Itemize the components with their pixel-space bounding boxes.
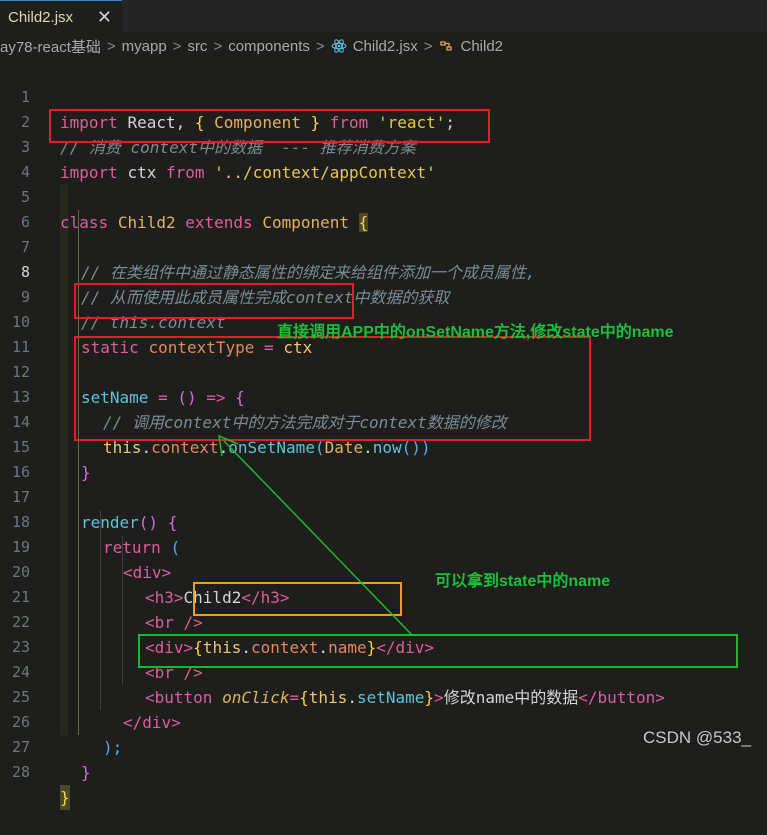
tab-label: Child2.jsx bbox=[8, 8, 74, 26]
code-line: 19 <div> bbox=[0, 510, 767, 582]
code-line: 21 <br /> bbox=[0, 560, 767, 632]
breadcrumb-item-src[interactable]: src bbox=[187, 38, 207, 55]
annotation-label-onsetname: 直接调用APP中的onSetName方法,修改state中的name bbox=[277, 324, 674, 341]
code-line: 14 this.context.onSetName(Date.now()) bbox=[0, 385, 767, 457]
chevron-right-icon: > bbox=[315, 37, 325, 55]
code-line: 4 bbox=[0, 135, 767, 181]
code-line: 9 // this.context bbox=[0, 260, 767, 332]
tab-bar: Child2.jsx ✕ bbox=[0, 0, 767, 33]
code-line: 24 <button onClick={this.setName}>修改name… bbox=[0, 635, 767, 707]
code-line: 10 static contextType = ctx bbox=[0, 285, 767, 357]
code-line: 17 render() { bbox=[0, 460, 767, 532]
code-line: 8 // 从而使用此成员属性完成context中数据的获取 bbox=[0, 235, 767, 307]
chevron-right-icon: > bbox=[172, 37, 182, 55]
code-line: 5 class Child2 extends Component { bbox=[0, 160, 767, 232]
code-line: 15 } bbox=[0, 410, 767, 482]
annotation-label-state-name: 可以拿到state中的name bbox=[435, 573, 611, 590]
chevron-right-icon: > bbox=[423, 37, 433, 55]
code-line: 22 <div>{this.context.name}</div> bbox=[0, 585, 767, 657]
breadcrumb-item-components[interactable]: components bbox=[228, 38, 310, 55]
code-line: 23 <br /> bbox=[0, 610, 767, 682]
code-line: 25 </div> bbox=[0, 660, 767, 732]
brace: } bbox=[81, 763, 91, 782]
code-editor[interactable]: 1 import React, { Component } from 'reac… bbox=[0, 60, 767, 810]
brace: } bbox=[60, 785, 70, 810]
class-symbol-icon bbox=[440, 41, 453, 51]
chevron-right-icon: > bbox=[213, 37, 223, 55]
code-line: 6 bbox=[0, 185, 767, 231]
code-line: 18 return ( bbox=[0, 485, 767, 557]
code-line: 1 import React, { Component } from 'reac… bbox=[0, 60, 767, 132]
watermark: CSDN @533_ bbox=[643, 728, 751, 747]
breadcrumb-item-symbol[interactable]: Child2 bbox=[460, 38, 503, 55]
breadcrumb: ay78-react基础 > myapp > src > components … bbox=[0, 34, 767, 58]
chevron-right-icon: > bbox=[106, 37, 116, 55]
close-icon[interactable]: ✕ bbox=[97, 7, 112, 28]
code-line: 26 ); bbox=[0, 685, 767, 757]
code-line: 13 // 调用context中的方法完成对于context数据的修改 bbox=[0, 360, 767, 432]
react-icon bbox=[331, 39, 347, 53]
code-line: 3 import ctx from '../context/appContext… bbox=[0, 110, 767, 182]
line-number: 28 bbox=[11, 763, 30, 781]
breadcrumb-item-myapp[interactable]: myapp bbox=[122, 38, 167, 55]
code-line: 20 <h3>Child2</h3> bbox=[0, 535, 767, 607]
code-line: 7 // 在类组件中通过静态属性的绑定来给组件添加一个成员属性, bbox=[0, 210, 767, 282]
code-line: 2 // 消费 context中的数据 --- 推荐消费方案 bbox=[0, 85, 767, 157]
code-line: 16 bbox=[0, 435, 767, 481]
breadcrumb-item-file[interactable]: Child2.jsx bbox=[353, 38, 418, 55]
tab-child2-jsx[interactable]: Child2.jsx ✕ bbox=[0, 0, 122, 33]
breadcrumb-item-root[interactable]: ay78-react基础 bbox=[0, 36, 101, 57]
